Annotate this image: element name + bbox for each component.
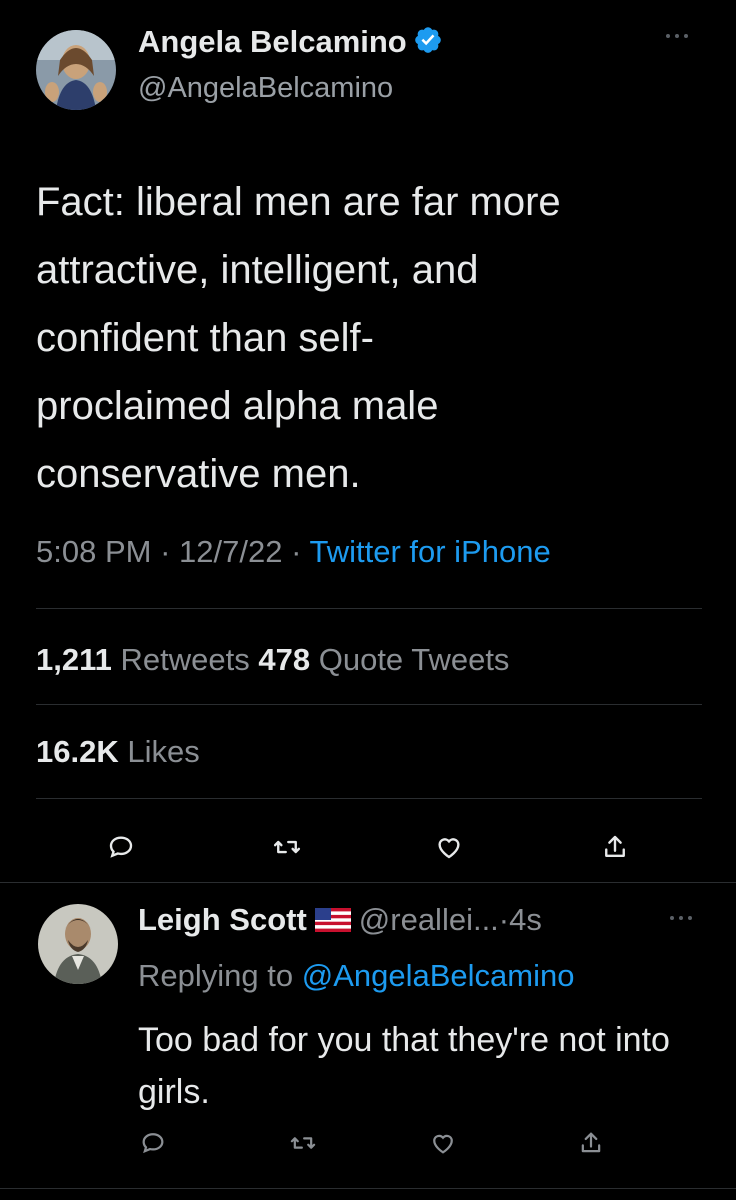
section-divider [0,882,736,883]
avatar-image [36,30,116,110]
likes-count: 16.2K [36,734,119,769]
divider [36,798,702,799]
us-flag-icon [314,904,351,940]
verified-badge-icon [413,25,443,63]
divider [36,608,702,609]
replying-to: Replying to @AngelaBelcamino [138,958,574,994]
reply-icon[interactable] [136,1126,170,1160]
tweet-source[interactable]: Twitter for iPhone [309,534,550,569]
display-name[interactable]: Angela Belcamino [138,24,443,63]
divider [36,704,702,705]
more-icon[interactable] [664,28,690,46]
reply-handle[interactable]: @reallei... [359,902,499,937]
quotes-count: 478 [258,642,311,677]
tweet-date[interactable]: 12/7/22 [179,534,282,569]
retweet-icon[interactable] [270,830,304,864]
section-divider [0,1188,736,1189]
reply-avatar-image [38,904,118,984]
display-name-text: Angela Belcamino [138,24,407,59]
retweet-icon[interactable] [286,1126,320,1160]
retweets-count: 1,211 [36,642,112,677]
like-icon[interactable] [426,1126,460,1160]
likes-stats[interactable]: 16.2K Likes [36,734,200,770]
reply-header: Leigh Scott @reallei...·4s [138,902,542,940]
tweet-meta: 5:08 PM · 12/7/22 · Twitter for iPhone [36,534,551,570]
quotes-label: Quote Tweets [318,642,510,677]
share-icon[interactable] [574,1126,608,1160]
reply-icon[interactable] [104,830,138,864]
replying-mention[interactable]: @AngelaBelcamino [302,958,575,993]
replying-prefix: Replying to [138,958,294,993]
reply-avatar[interactable] [38,904,118,984]
reply-display-name[interactable]: Leigh Scott [138,902,307,937]
meta-separator: · [291,534,302,569]
share-icon[interactable] [598,830,632,864]
more-icon[interactable] [668,910,694,928]
meta-separator: · [160,534,171,569]
reply-text: Too bad for you that they're not into gi… [138,1021,670,1111]
handle[interactable]: @AngelaBelcamino [138,72,393,105]
reply-time[interactable]: ·4s [499,902,542,937]
tweet-text: Fact: liberal men are far more attractiv… [36,180,561,496]
tweet-time[interactable]: 5:08 PM [36,534,151,569]
like-icon[interactable] [432,830,466,864]
retweet-stats[interactable]: 1,211 Retweets 478 Quote Tweets [36,642,509,678]
retweets-label: Retweets [120,642,250,677]
avatar[interactable] [36,30,116,110]
likes-label: Likes [127,734,200,769]
